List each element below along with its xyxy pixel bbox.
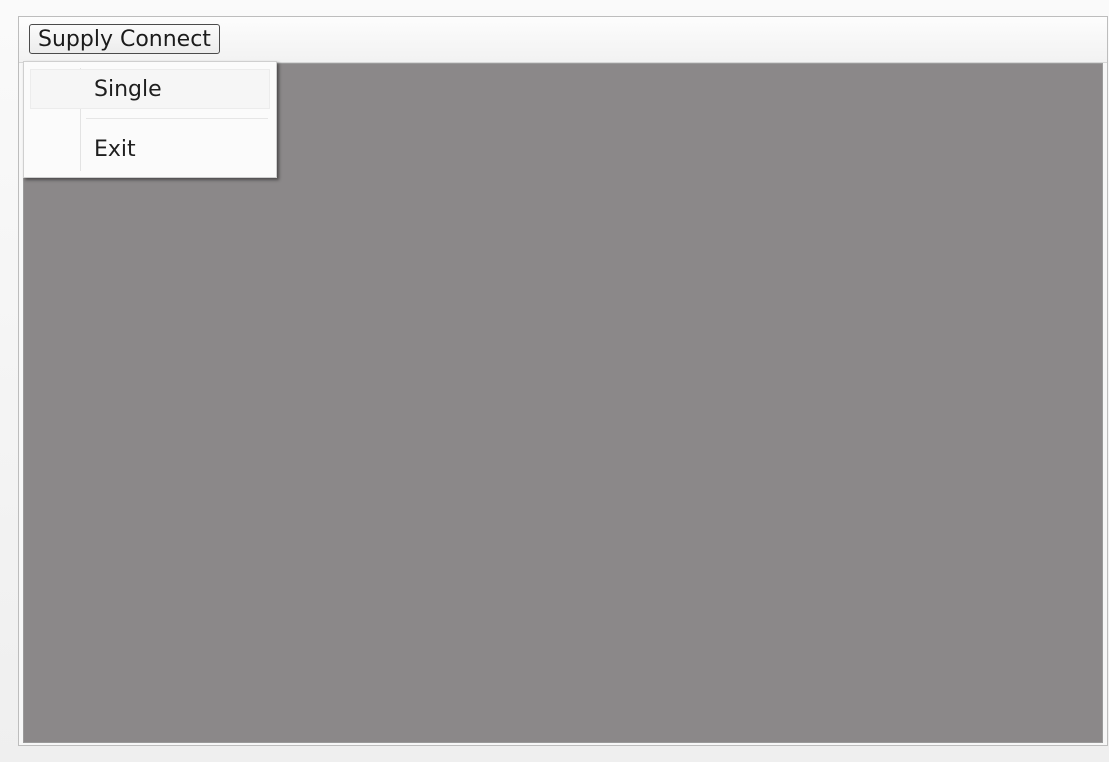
supply-connect-menu[interactable]: Supply Connect: [29, 24, 220, 54]
menu-separator: [86, 118, 268, 119]
menu-item-exit[interactable]: Exit: [30, 129, 270, 169]
supply-connect-dropdown-menu: Single Exit: [23, 61, 277, 178]
application-screen: Supply Connect Single Exit: [0, 0, 1109, 762]
menu-bar: Supply Connect: [19, 17, 1107, 63]
menu-item-single[interactable]: Single: [30, 69, 270, 109]
